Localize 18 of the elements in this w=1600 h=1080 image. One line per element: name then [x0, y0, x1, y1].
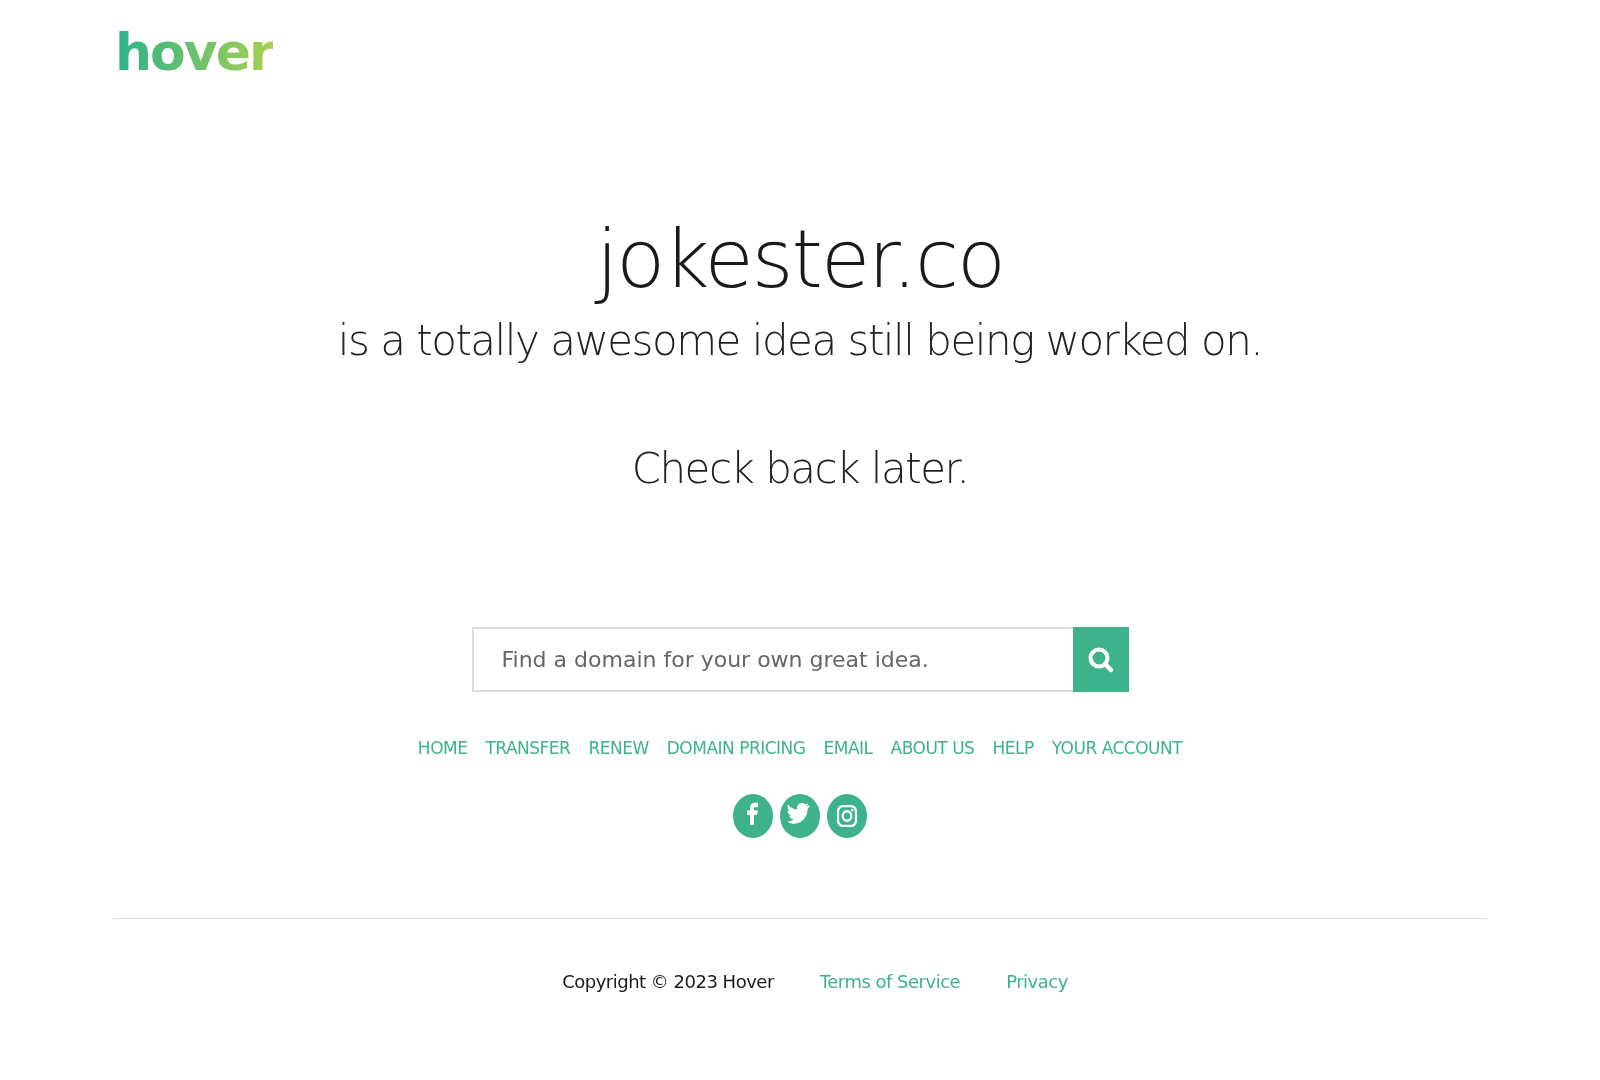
facebook-icon[interactable]	[733, 794, 773, 839]
nav-link[interactable]: DOMAIN PRICING	[666, 738, 806, 759]
nav-link[interactable]: HELP	[992, 738, 1034, 759]
nav-link[interactable]: RENEW	[588, 738, 649, 759]
footer-link[interactable]: Terms of Service	[819, 971, 961, 993]
nav-link[interactable]: EMAIL	[823, 738, 873, 759]
search-button[interactable]	[1072, 627, 1129, 693]
nav-link[interactable]: YOUR ACCOUNT	[1051, 738, 1183, 759]
copyright-text: Copyright © 2023 Hover	[562, 971, 774, 993]
instagram-icon[interactable]	[827, 794, 867, 839]
search-field[interactable]: Find a domain for your own great idea.	[471, 627, 1073, 693]
message: Check back later.	[631, 446, 969, 493]
footer-link[interactable]: Privacy	[1006, 971, 1068, 993]
twitter-icon[interactable]	[780, 794, 820, 839]
nav-link[interactable]: TRANSFER	[485, 738, 571, 759]
tagline: is a totally awesome idea still being worked on.	[337, 318, 1263, 365]
nav-link[interactable]: ABOUT US	[890, 738, 975, 759]
nav-link[interactable]: HOME	[417, 738, 468, 759]
